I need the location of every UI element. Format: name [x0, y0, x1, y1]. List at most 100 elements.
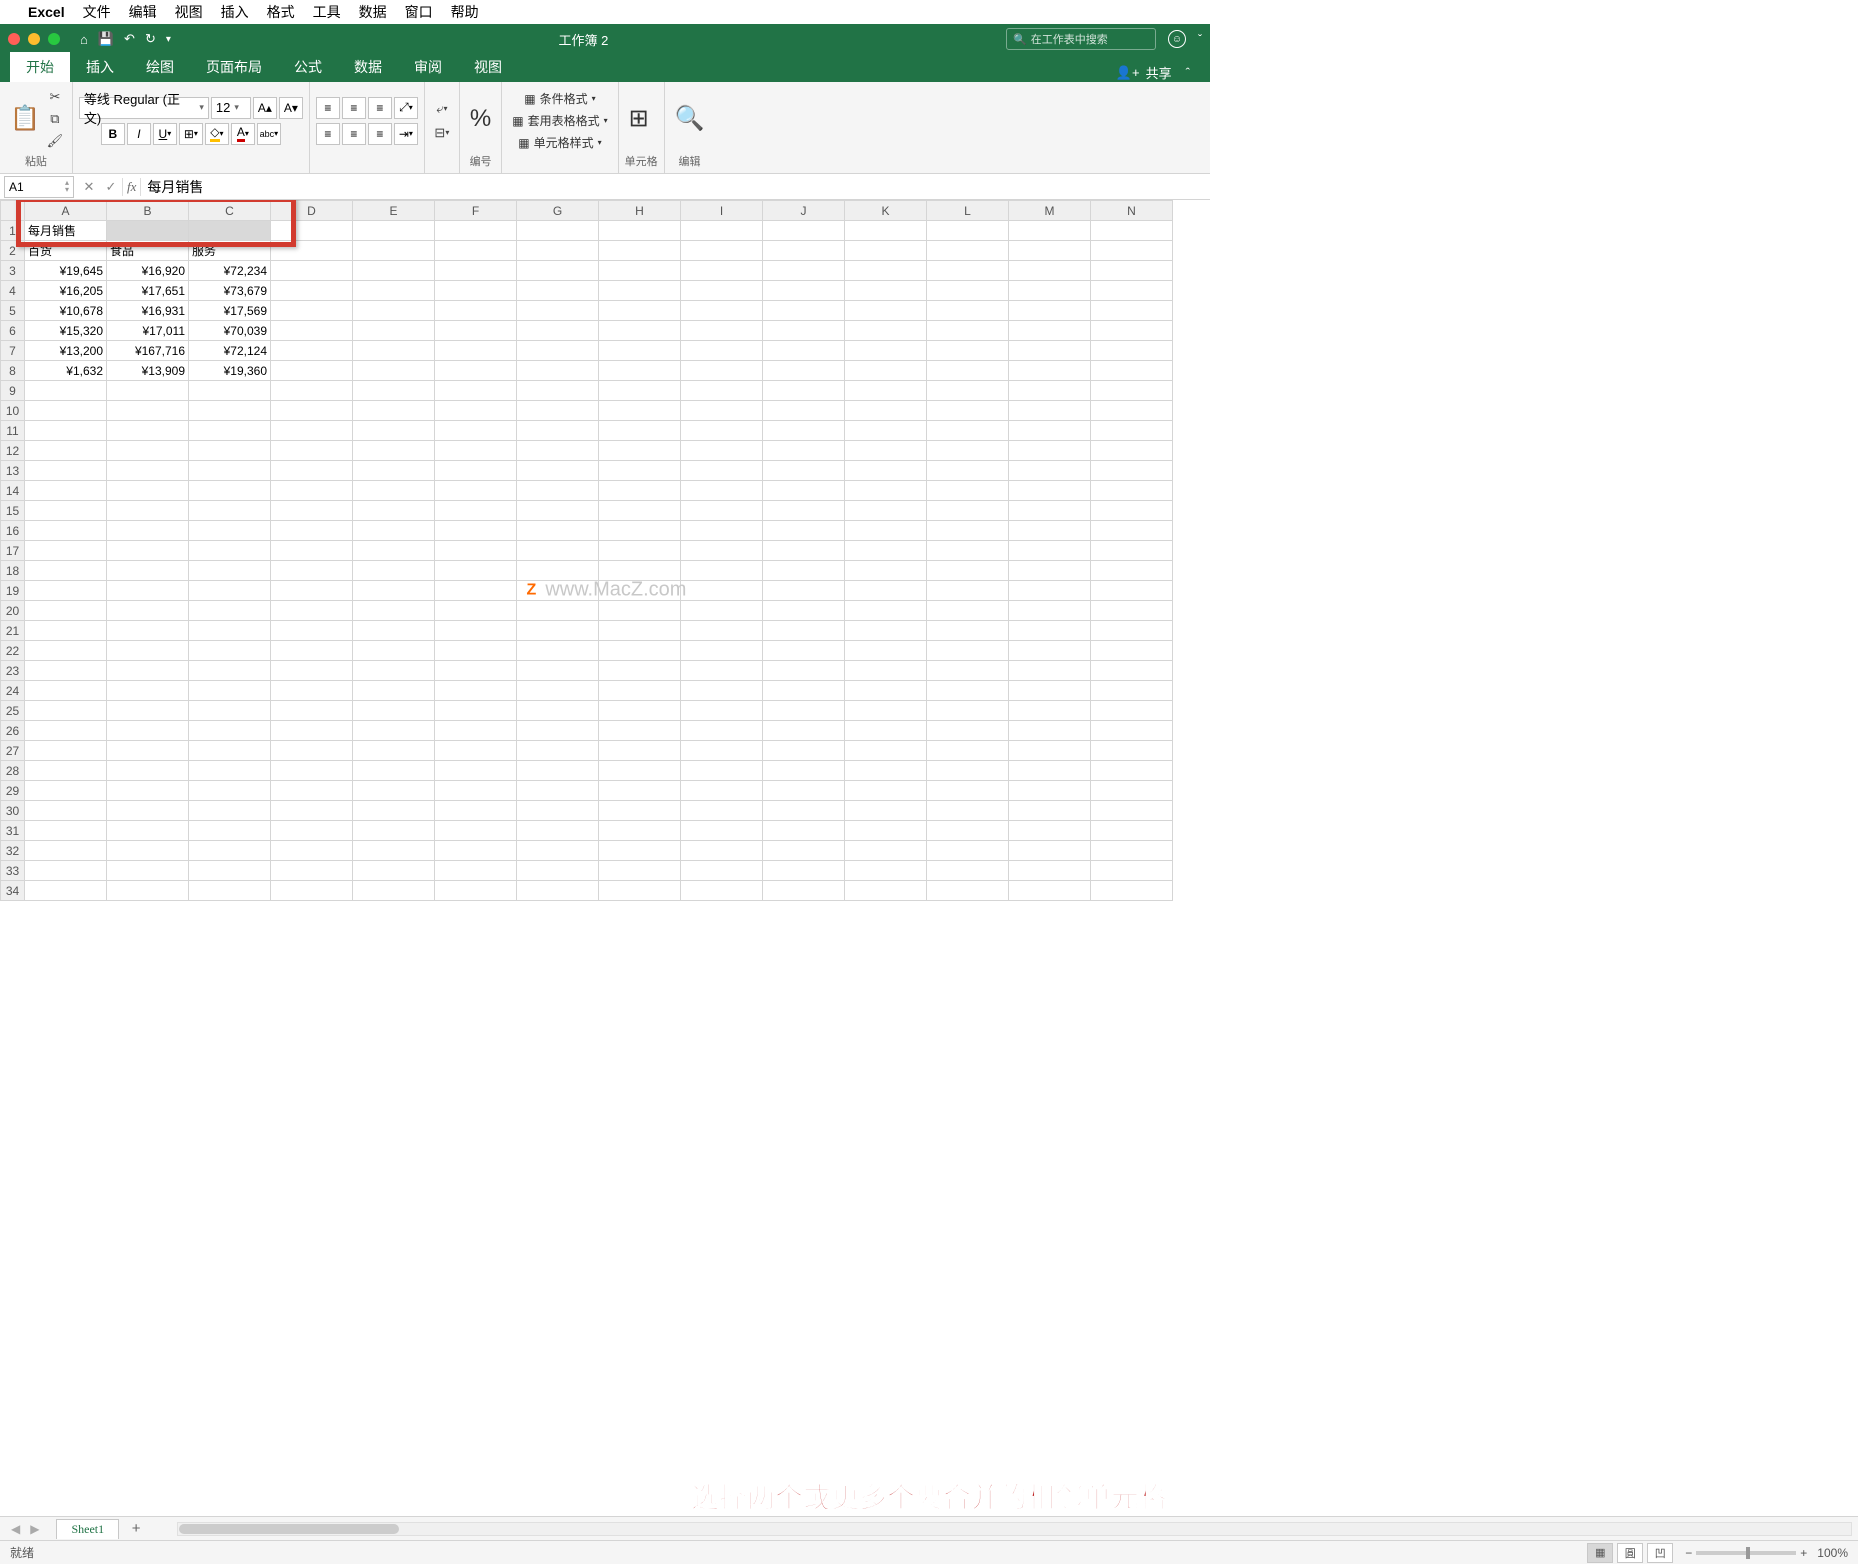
cell-D4[interactable]	[271, 281, 353, 301]
fill-color-button[interactable]: ◇▾	[205, 123, 229, 145]
row-header-29[interactable]: 29	[1, 781, 25, 801]
col-header-C[interactable]: C	[189, 201, 271, 221]
cell-F8[interactable]	[435, 361, 517, 381]
cell-G34[interactable]	[517, 881, 599, 901]
select-all-corner[interactable]	[1, 201, 25, 221]
cell-K25[interactable]	[845, 701, 927, 721]
cell-L26[interactable]	[927, 721, 1009, 741]
cell-L15[interactable]	[927, 501, 1009, 521]
cell-I33[interactable]	[681, 861, 763, 881]
sheet-next-icon[interactable]: ▶	[25, 1522, 44, 1536]
cell-D7[interactable]	[271, 341, 353, 361]
cell-J29[interactable]	[763, 781, 845, 801]
cell-E23[interactable]	[353, 661, 435, 681]
cell-M7[interactable]	[1009, 341, 1091, 361]
cell-L29[interactable]	[927, 781, 1009, 801]
cell-A33[interactable]	[25, 861, 107, 881]
cell-J33[interactable]	[763, 861, 845, 881]
cell-D27[interactable]	[271, 741, 353, 761]
cell-M2[interactable]	[1009, 241, 1091, 261]
cell-I28[interactable]	[681, 761, 763, 781]
cell-D2[interactable]	[271, 241, 353, 261]
cell-L25[interactable]	[927, 701, 1009, 721]
cell-C25[interactable]	[189, 701, 271, 721]
cell-C21[interactable]	[189, 621, 271, 641]
align-top-icon[interactable]: ≡	[316, 97, 340, 119]
cell-A10[interactable]	[25, 401, 107, 421]
cell-E25[interactable]	[353, 701, 435, 721]
cell-H19[interactable]	[599, 581, 681, 601]
cell-J12[interactable]	[763, 441, 845, 461]
zoom-out-button[interactable]: −	[1685, 1546, 1692, 1560]
cell-C11[interactable]	[189, 421, 271, 441]
cell-J24[interactable]	[763, 681, 845, 701]
merge-cells-icon[interactable]: ⊟▾	[431, 123, 453, 143]
cell-J18[interactable]	[763, 561, 845, 581]
cell-F24[interactable]	[435, 681, 517, 701]
cell-I26[interactable]	[681, 721, 763, 741]
cell-I30[interactable]	[681, 801, 763, 821]
cell-A32[interactable]	[25, 841, 107, 861]
row-header-22[interactable]: 22	[1, 641, 25, 661]
row-header-7[interactable]: 7	[1, 341, 25, 361]
menu-format[interactable]: 格式	[267, 2, 295, 22]
font-color-button[interactable]: A▾	[231, 123, 255, 145]
cell-B22[interactable]	[107, 641, 189, 661]
cell-E33[interactable]	[353, 861, 435, 881]
cell-I11[interactable]	[681, 421, 763, 441]
row-header-14[interactable]: 14	[1, 481, 25, 501]
cell-N12[interactable]	[1091, 441, 1173, 461]
cell-D19[interactable]	[271, 581, 353, 601]
row-header-11[interactable]: 11	[1, 421, 25, 441]
cell-C9[interactable]	[189, 381, 271, 401]
row-header-27[interactable]: 27	[1, 741, 25, 761]
cell-N10[interactable]	[1091, 401, 1173, 421]
zoom-in-button[interactable]: +	[1800, 1546, 1807, 1560]
cell-B2[interactable]: 食品	[107, 241, 189, 261]
cell-B6[interactable]: ¥17,011	[107, 321, 189, 341]
cell-C15[interactable]	[189, 501, 271, 521]
menu-window[interactable]: 窗口	[405, 2, 433, 22]
cell-F2[interactable]	[435, 241, 517, 261]
cell-L20[interactable]	[927, 601, 1009, 621]
cell-I15[interactable]	[681, 501, 763, 521]
cell-K12[interactable]	[845, 441, 927, 461]
cell-C6[interactable]: ¥70,039	[189, 321, 271, 341]
cell-M25[interactable]	[1009, 701, 1091, 721]
cell-J6[interactable]	[763, 321, 845, 341]
horizontal-scrollbar[interactable]	[177, 1522, 1852, 1536]
cell-H31[interactable]	[599, 821, 681, 841]
cell-H10[interactable]	[599, 401, 681, 421]
undo-icon[interactable]: ↶	[124, 31, 135, 47]
cell-J16[interactable]	[763, 521, 845, 541]
cell-A17[interactable]	[25, 541, 107, 561]
cell-M20[interactable]	[1009, 601, 1091, 621]
row-header-2[interactable]: 2	[1, 241, 25, 261]
cell-L13[interactable]	[927, 461, 1009, 481]
cell-I16[interactable]	[681, 521, 763, 541]
cell-D30[interactable]	[271, 801, 353, 821]
cell-B25[interactable]	[107, 701, 189, 721]
cell-G4[interactable]	[517, 281, 599, 301]
cell-H28[interactable]	[599, 761, 681, 781]
cell-F11[interactable]	[435, 421, 517, 441]
cell-N11[interactable]	[1091, 421, 1173, 441]
cell-I14[interactable]	[681, 481, 763, 501]
cell-M31[interactable]	[1009, 821, 1091, 841]
share-button[interactable]: 共享	[1146, 63, 1172, 82]
cell-K26[interactable]	[845, 721, 927, 741]
cell-L10[interactable]	[927, 401, 1009, 421]
cell-F29[interactable]	[435, 781, 517, 801]
cell-J23[interactable]	[763, 661, 845, 681]
cell-G9[interactable]	[517, 381, 599, 401]
cell-K2[interactable]	[845, 241, 927, 261]
cell-H2[interactable]	[599, 241, 681, 261]
tab-formulas[interactable]: 公式	[278, 52, 338, 82]
cell-I31[interactable]	[681, 821, 763, 841]
col-header-H[interactable]: H	[599, 201, 681, 221]
cell-K13[interactable]	[845, 461, 927, 481]
cell-D1[interactable]	[271, 221, 353, 241]
cell-N23[interactable]	[1091, 661, 1173, 681]
cell-J14[interactable]	[763, 481, 845, 501]
cell-A14[interactable]	[25, 481, 107, 501]
